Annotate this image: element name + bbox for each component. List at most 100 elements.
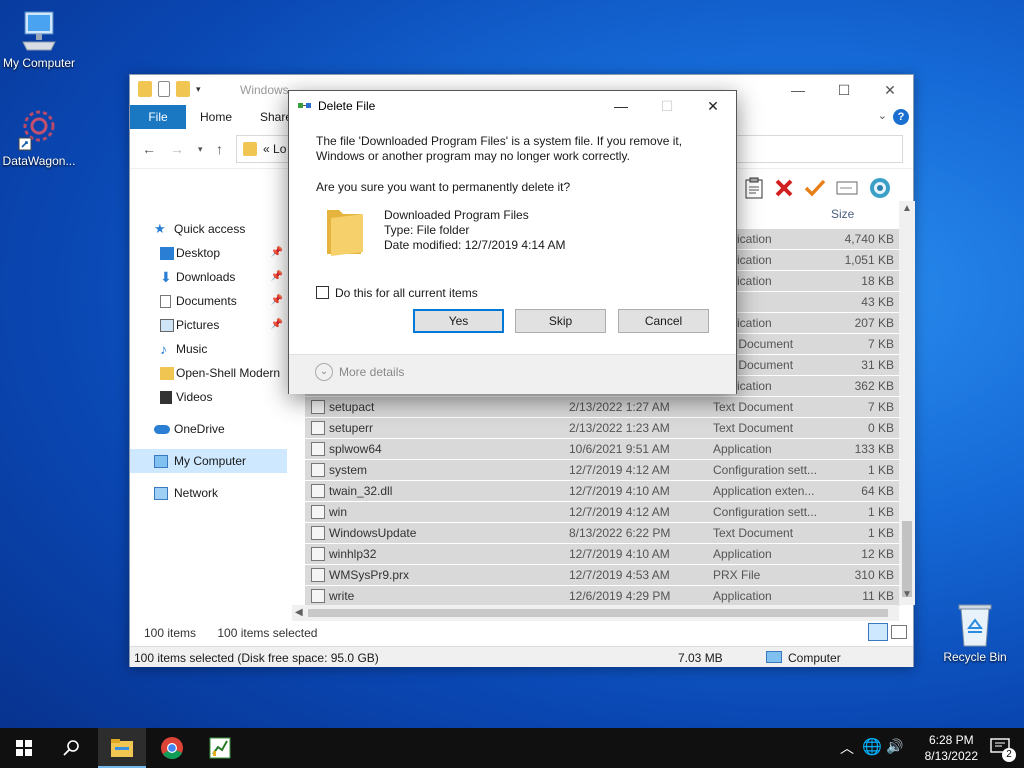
- desktop-icon-label: DataWagon...: [2, 154, 76, 168]
- tab-home[interactable]: Home: [186, 105, 246, 129]
- file-row[interactable]: WMSysPr9.prx 12/7/2019 4:53 AM PRX File 310…: [305, 565, 900, 585]
- dialog-minimize-button[interactable]: —: [598, 91, 644, 121]
- file-row[interactable]: win 12/7/2019 4:12 AM Configuration sett..…: [305, 502, 900, 522]
- file-size: 12 KB: [861, 547, 894, 561]
- clipboard-icon[interactable]: [744, 177, 764, 199]
- file-row[interactable]: setuperr 2/13/2022 1:23 AM Text Document 0 …: [305, 418, 900, 438]
- vertical-scrollbar[interactable]: ▲ ▼: [899, 201, 915, 605]
- dialog-close-button[interactable]: ✕: [690, 91, 736, 121]
- star-icon: ★: [154, 221, 166, 236]
- nav-desktop[interactable]: Desktop 📌: [130, 241, 287, 265]
- horizontal-scrollbar[interactable]: ◀: [292, 605, 899, 621]
- file-icon: [311, 442, 325, 456]
- scroll-left-arrow-icon[interactable]: ◀: [295, 607, 303, 618]
- network-globe-icon[interactable]: 🌐: [862, 737, 882, 757]
- back-arrow-icon[interactable]: ←: [142, 141, 156, 157]
- file-type: Type: File folder: [384, 223, 470, 237]
- file-date: Date modified: 12/7/2019 4:14 AM: [384, 238, 566, 252]
- rename-icon[interactable]: [836, 180, 858, 196]
- desktop-icon-recycle-bin[interactable]: Recycle Bin: [933, 602, 1017, 664]
- help-icon[interactable]: ?: [893, 109, 909, 125]
- scrollbar-thumb[interactable]: [308, 609, 888, 617]
- file-row[interactable]: write 12/6/2019 4:29 PM Application 11 KB: [305, 586, 900, 606]
- properties-icon[interactable]: [158, 81, 170, 97]
- file-row[interactable]: setupact 2/13/2022 1:27 AM Text Document 7 …: [305, 397, 900, 417]
- close-button[interactable]: ✕: [867, 75, 913, 105]
- file-size: 362 KB: [854, 379, 894, 393]
- file-date: 12/7/2019 4:12 AM: [569, 463, 670, 477]
- checkmark-icon[interactable]: [804, 178, 826, 198]
- file-row[interactable]: splwow64 10/6/2021 9:51 AM Application 133 …: [305, 439, 900, 459]
- computer-icon: [154, 455, 168, 468]
- scroll-up-arrow-icon[interactable]: ▲: [902, 203, 912, 214]
- ribbon-expand-icon[interactable]: ⌄: [878, 109, 887, 122]
- nav-music[interactable]: ♪ Music: [130, 337, 287, 361]
- up-arrow-icon[interactable]: ↑: [216, 141, 223, 157]
- file-icon: [311, 568, 325, 582]
- file-name: winhlp32: [329, 547, 377, 561]
- file-icon: [311, 400, 325, 414]
- nav-videos[interactable]: Videos: [130, 385, 287, 409]
- large-icons-view-icon[interactable]: [891, 625, 907, 639]
- skip-button[interactable]: Skip: [515, 309, 606, 333]
- customize-qat-icon[interactable]: ▾: [196, 84, 201, 95]
- notification-center-button[interactable]: 2: [988, 736, 1016, 762]
- new-folder-icon[interactable]: [176, 81, 190, 97]
- more-details-link[interactable]: More details: [339, 365, 404, 379]
- forward-arrow-icon[interactable]: →: [170, 141, 184, 157]
- minimize-button[interactable]: —: [775, 75, 821, 105]
- details-view-icon[interactable]: [868, 623, 888, 641]
- cancel-button[interactable]: Cancel: [618, 309, 709, 333]
- file-date: 2/13/2022 1:27 AM: [569, 400, 670, 414]
- taskbar: ︿ 🌐 🔊 6:28 PM 8/13/2022 2: [0, 728, 1024, 768]
- file-name: splwow64: [329, 442, 382, 456]
- computer-icon: [766, 651, 782, 663]
- yes-button[interactable]: Yes: [413, 309, 504, 333]
- file-date: 12/7/2019 4:10 AM: [569, 547, 670, 561]
- delete-x-icon[interactable]: [774, 178, 794, 198]
- scrollbar-thumb[interactable]: [902, 521, 912, 597]
- nav-quick-access[interactable]: ★ Quick access: [130, 217, 287, 241]
- file-type: Configuration sett...: [713, 505, 818, 519]
- chevron-down-icon[interactable]: ⌄: [315, 363, 333, 381]
- nav-documents[interactable]: Documents 📌: [130, 289, 287, 313]
- desktop-icon-label: My Computer: [2, 56, 76, 70]
- file-row[interactable]: winhlp32 12/7/2019 4:10 AM Application 12 K…: [305, 544, 900, 564]
- volume-icon[interactable]: 🔊: [886, 738, 903, 755]
- taskbar-clock[interactable]: 6:28 PM 8/13/2022: [925, 732, 978, 764]
- tab-file[interactable]: File: [130, 105, 186, 129]
- recycle-bin-icon: [958, 604, 992, 647]
- nav-network[interactable]: Network: [130, 481, 287, 505]
- file-date: 12/7/2019 4:10 AM: [569, 484, 670, 498]
- apply-to-all-checkbox[interactable]: Do this for all current items: [316, 286, 478, 300]
- shell-icon[interactable]: [868, 176, 892, 200]
- datawagon-icon: [18, 110, 55, 151]
- nav-open-shell-modern[interactable]: Open-Shell Modern: [130, 361, 287, 385]
- folder-icon: [327, 210, 363, 256]
- nav-onedrive[interactable]: OneDrive: [130, 417, 287, 441]
- file-row[interactable]: WindowsUpdate 8/13/2022 6:22 PM Text Docum…: [305, 523, 900, 543]
- scroll-down-arrow-icon[interactable]: ▼: [902, 589, 912, 600]
- desktop-icon-datawagon[interactable]: DataWagon...: [0, 106, 81, 168]
- file-row[interactable]: twain_32.dll 12/7/2019 4:10 AM Application…: [305, 481, 900, 501]
- file-name: Downloaded Program Files: [384, 208, 529, 222]
- music-note-icon: ♪: [160, 341, 167, 357]
- file-row[interactable]: system 12/7/2019 4:12 AM Configuration set…: [305, 460, 900, 480]
- nav-my-computer[interactable]: My Computer: [130, 449, 287, 473]
- taskbar-chrome[interactable]: [148, 728, 196, 768]
- recent-locations-icon[interactable]: ▾: [198, 144, 203, 155]
- maximize-button[interactable]: ☐: [821, 75, 867, 105]
- taskbar-app[interactable]: [196, 728, 244, 768]
- nav-pictures[interactable]: Pictures 📌: [130, 313, 287, 337]
- file-size: 1 KB: [867, 526, 894, 540]
- search-button[interactable]: [48, 728, 96, 768]
- desktop-icon-my-computer[interactable]: My Computer: [0, 10, 81, 70]
- nav-downloads[interactable]: ⬇ Downloads 📌: [130, 265, 287, 289]
- show-hidden-icons-chevron-icon[interactable]: ︿: [840, 738, 854, 758]
- start-button[interactable]: [0, 728, 48, 768]
- taskbar-file-explorer[interactable]: [98, 728, 146, 768]
- checkbox-box[interactable]: [316, 286, 329, 299]
- status-location: Computer: [788, 651, 841, 665]
- column-header-size[interactable]: Size: [831, 207, 854, 221]
- folder-icon: [160, 367, 174, 380]
